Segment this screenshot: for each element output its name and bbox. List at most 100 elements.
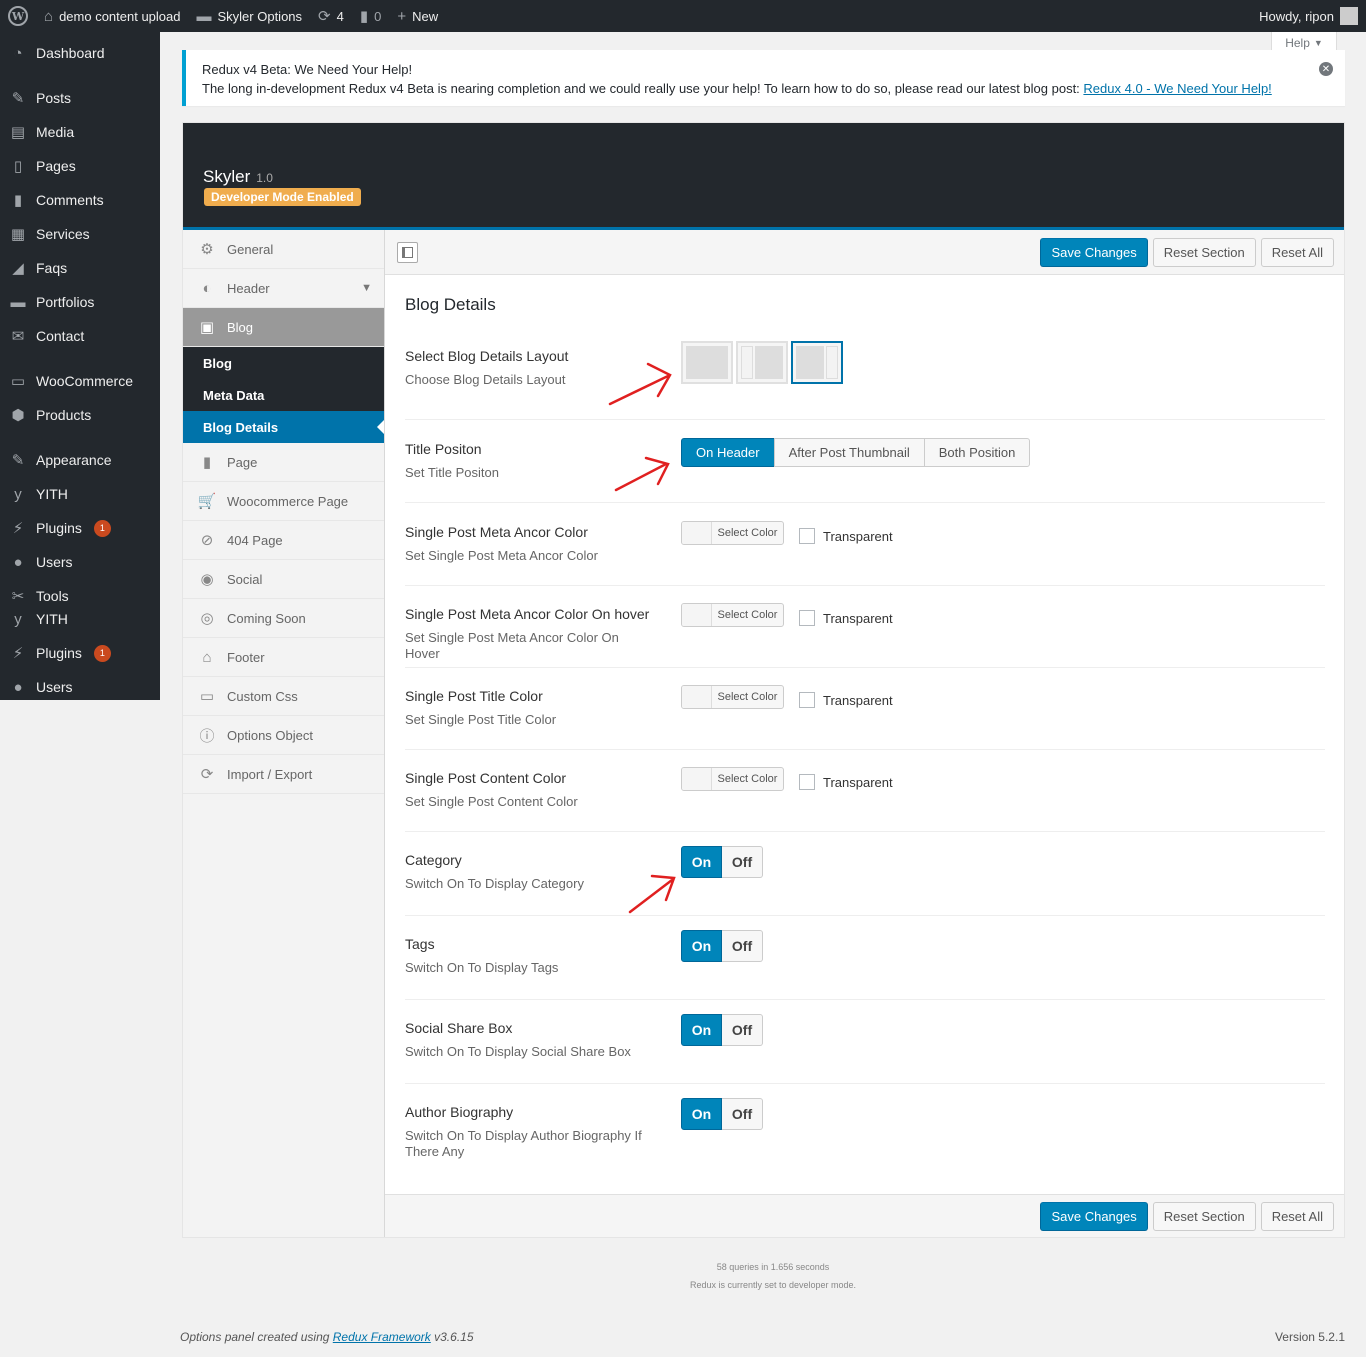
color-field: Single Post Meta Ancor Color On hover Set…: [405, 603, 1325, 668]
layout-option-left-sidebar[interactable]: [736, 341, 788, 384]
menu-item-yith[interactable]: y YITH: [0, 481, 68, 507]
menu-item-label: Faqs: [36, 260, 68, 276]
comment-icon: ▮: [359, 7, 369, 25]
switch-off-button[interactable]: Off: [722, 1098, 763, 1130]
menu-item-contact[interactable]: ✉ Contact: [0, 323, 85, 349]
comments-icon: ▮: [13, 192, 23, 209]
sidebar-item-blog[interactable]: ▣ Blog: [183, 308, 384, 347]
sidebar-item-header[interactable]: ◐ Header ▼: [183, 269, 384, 308]
select-color-button[interactable]: Select Color: [681, 521, 784, 545]
gear-icon: ⚙: [200, 241, 214, 258]
transparent-checkbox[interactable]: [799, 528, 815, 544]
switch-off-button[interactable]: Off: [722, 1014, 763, 1046]
reset-section-button[interactable]: Reset Section: [1152, 237, 1256, 267]
switch-on-button[interactable]: On: [681, 846, 722, 878]
switch-on-button[interactable]: On: [681, 1014, 722, 1046]
switch-on-button[interactable]: On: [681, 930, 722, 962]
reset-all-button[interactable]: Reset All: [1260, 1201, 1334, 1231]
transparent-option[interactable]: Transparent: [799, 692, 893, 708]
field-desc: Switch On To Display Category: [405, 876, 584, 891]
menu-item-faqs[interactable]: ◢ Faqs: [0, 255, 67, 281]
sidebar-item-coming-soon[interactable]: ◎ Coming Soon: [183, 599, 384, 638]
wp-logo-menu[interactable]: W: [0, 0, 36, 32]
sidebar-item-page[interactable]: ▮ Page: [183, 443, 384, 482]
sidebar-item-import-export[interactable]: ⟳ Import / Export: [183, 755, 384, 794]
reset-all-button[interactable]: Reset All: [1260, 237, 1334, 267]
title-position-on-header[interactable]: On Header: [681, 438, 775, 467]
sidebar-subitem-blog-details[interactable]: Blog Details: [183, 411, 384, 443]
sidebar-item-woocommerce-page[interactable]: 🛒 Woocommerce Page: [183, 482, 384, 521]
section-title: Blog Details: [405, 295, 496, 314]
layout-sidebar-block: [826, 346, 838, 379]
new-content-link[interactable]: + New: [389, 0, 446, 32]
menu-item-dashboard[interactable]: ◔ Dashboard: [0, 40, 104, 66]
transparent-checkbox[interactable]: [799, 692, 815, 708]
title-position-after-thumbnail[interactable]: After Post Thumbnail: [773, 438, 925, 467]
updates-icon: ⟳: [318, 7, 331, 25]
menu-item-pages[interactable]: ▯ Pages: [0, 153, 76, 179]
developer-mode-badge: Developer Mode Enabled: [204, 188, 361, 206]
switch-off-button[interactable]: Off: [722, 846, 763, 878]
menu-item-users[interactable]: ● Users: [0, 549, 72, 575]
menu-item-appearance[interactable]: ✎ Appearance: [0, 447, 112, 473]
menu-item-comments[interactable]: ▮ Comments: [0, 187, 104, 213]
dismiss-icon[interactable]: ✕: [1319, 62, 1333, 76]
menu-item-products[interactable]: ⬢ Products: [0, 402, 91, 428]
layout-option-full[interactable]: [681, 341, 733, 384]
sidebar-item-404-page[interactable]: ⊘ 404 Page: [183, 521, 384, 560]
admin-menu: ◔ Dashboard ✎ Posts ▤ Media ▯ Pages ▮ Comments ▦ Se…: [0, 32, 160, 700]
select-color-button[interactable]: Select Color: [681, 685, 784, 709]
mail-icon: ✉: [11, 328, 25, 345]
transparent-option[interactable]: Transparent: [799, 528, 893, 544]
ban-icon: ⊘: [200, 532, 214, 549]
menu-item-users[interactable]: ● Users: [0, 674, 72, 700]
sidebar-subitem-label: Blog: [203, 355, 232, 371]
transparent-option[interactable]: Transparent: [799, 774, 893, 790]
sidebar-subitem-meta-data[interactable]: Meta Data: [183, 379, 384, 411]
expand-options-button[interactable]: [397, 242, 418, 263]
media-icon: ▤: [10, 124, 26, 141]
menu-item-services[interactable]: ▦ Services: [0, 221, 90, 247]
sidebar-item-general[interactable]: ⚙ General: [183, 230, 384, 269]
menu-item-plugins[interactable]: ⚡ Plugins 1: [0, 515, 111, 541]
switch-off-button[interactable]: Off: [722, 930, 763, 962]
redux-framework-link[interactable]: Redux Framework: [333, 1330, 431, 1344]
sidebar-item-social[interactable]: ◉ Social: [183, 560, 384, 599]
updates-link[interactable]: ⟳ 4: [310, 0, 352, 32]
notice-link[interactable]: Redux 4.0 - We Need Your Help!: [1083, 81, 1271, 96]
layout-option-right-sidebar[interactable]: [791, 341, 843, 384]
comments-link[interactable]: ▮ 0: [352, 0, 390, 32]
menu-item-media[interactable]: ▤ Media: [0, 119, 74, 145]
my-account-menu[interactable]: Howdy, ripon: [1251, 0, 1366, 32]
howdy-label: Howdy, ripon: [1259, 8, 1334, 24]
site-name-link[interactable]: ⌂ demo content upload: [36, 0, 189, 32]
switch-on-button[interactable]: On: [681, 1098, 722, 1130]
menu-item-portfolios[interactable]: ▬ Portfolios: [0, 289, 95, 315]
sidebar-item-custom-css[interactable]: ▭ Custom Css: [183, 677, 384, 716]
refresh-icon: ⟳: [200, 766, 214, 783]
sidebar-subitem-blog[interactable]: Blog: [183, 347, 384, 379]
select-color-button[interactable]: Select Color: [681, 603, 784, 627]
save-changes-button[interactable]: Save Changes: [1040, 237, 1148, 267]
menu-item-woocommerce[interactable]: ▭ WooCommerce: [0, 368, 133, 394]
bottom-action-bar: Save Changes Reset Section Reset All: [385, 1194, 1344, 1237]
menu-item-yith[interactable]: y YITH: [0, 606, 68, 632]
update-count-badge: 1: [93, 519, 111, 537]
folder-icon: ▬: [10, 293, 26, 311]
cart-icon: 🛒: [197, 493, 217, 510]
transparent-option[interactable]: Transparent: [799, 610, 893, 626]
sidebar-item-footer[interactable]: ⌂ Footer: [183, 638, 384, 677]
sidebar-item-label: Options Object: [227, 727, 313, 743]
transparent-checkbox[interactable]: [799, 610, 815, 626]
skyler-options-link[interactable]: ▬ Skyler Options: [189, 0, 311, 32]
reset-section-button[interactable]: Reset Section: [1152, 1201, 1256, 1231]
menu-item-posts[interactable]: ✎ Posts: [0, 85, 71, 111]
sidebar-item-label: 404 Page: [227, 532, 283, 548]
sidebar-item-options-object[interactable]: ⓘ Options Object: [183, 716, 384, 755]
select-color-button[interactable]: Select Color: [681, 767, 784, 791]
notice-text: The long in-development Redux v4 Beta is…: [202, 81, 1084, 96]
transparent-checkbox[interactable]: [799, 774, 815, 790]
title-position-both[interactable]: Both Position: [923, 438, 1031, 467]
menu-item-plugins[interactable]: ⚡ Plugins 1: [0, 640, 111, 666]
save-changes-button[interactable]: Save Changes: [1040, 1201, 1148, 1231]
